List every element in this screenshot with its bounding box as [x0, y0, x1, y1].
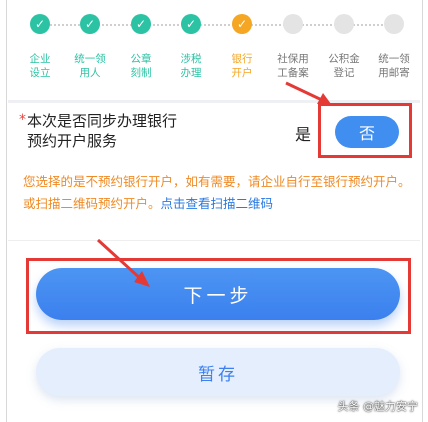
annotation-arrows — [96, 81, 331, 287]
arrow-icon — [96, 238, 150, 287]
arrow-icon — [285, 81, 331, 104]
watermark: 头条 @魅力安宁 — [337, 400, 419, 413]
